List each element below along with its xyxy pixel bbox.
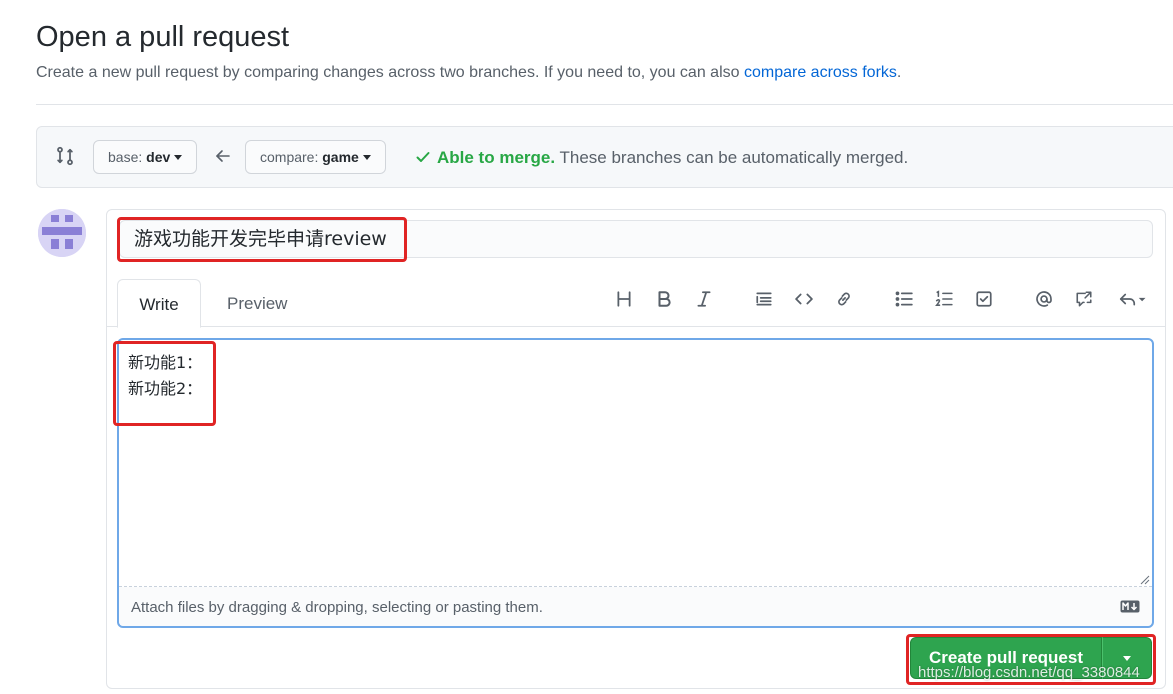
bulleted-list-icon[interactable] — [892, 287, 916, 311]
arrow-left-icon — [215, 148, 233, 166]
mention-icon[interactable] — [1032, 287, 1056, 311]
bold-icon[interactable] — [652, 287, 676, 311]
reference-icon[interactable] — [1072, 287, 1096, 311]
numbered-list-icon[interactable] — [932, 287, 956, 311]
reply-icon[interactable] — [1112, 287, 1152, 311]
header-divider — [36, 104, 1173, 105]
avatar[interactable] — [38, 209, 86, 257]
italic-icon[interactable] — [692, 287, 716, 311]
merge-status: Able to merge. These branches can be aut… — [415, 147, 908, 171]
check-icon — [415, 149, 431, 171]
code-icon[interactable] — [792, 287, 816, 311]
watermark: https://blog.csdn.net/qq_3380844 — [918, 664, 1140, 681]
body-textarea[interactable] — [117, 338, 1154, 628]
base-branch-value: dev — [146, 149, 171, 165]
compare-branch-value: game — [322, 149, 359, 165]
quote-icon[interactable] — [752, 287, 776, 311]
subtitle-text: Create a new pull request by comparing c… — [36, 64, 744, 81]
compare-branch-select[interactable]: compare: game — [245, 140, 386, 174]
base-label: base: — [108, 149, 143, 165]
resize-grip-icon[interactable] — [1138, 572, 1150, 585]
tab-preview[interactable]: Preview — [227, 279, 287, 328]
git-compare-icon — [55, 146, 77, 168]
chevron-down-icon — [362, 154, 371, 160]
compare-label: compare: — [260, 149, 319, 165]
page-subtitle: Create a new pull request by comparing c… — [36, 62, 901, 84]
merge-detail-text: These branches can be automatically merg… — [555, 148, 909, 167]
link-icon[interactable] — [832, 287, 856, 311]
heading-icon[interactable] — [612, 287, 636, 311]
markdown-icon[interactable] — [1120, 600, 1140, 613]
compare-across-forks-link[interactable]: compare across forks — [744, 64, 897, 81]
task-list-icon[interactable] — [972, 287, 996, 311]
base-branch-select[interactable]: base: dev — [93, 140, 198, 174]
annotation-box-title — [117, 217, 407, 262]
chevron-down-icon — [174, 154, 183, 160]
tab-write[interactable]: Write — [117, 279, 201, 328]
attach-files-hint: Attach files by dragging & dropping, sel… — [131, 599, 543, 616]
merge-ok-text: Able to merge. — [437, 148, 556, 167]
page-title: Open a pull request — [36, 21, 290, 53]
subtitle-period: . — [896, 64, 902, 81]
annotation-box-body — [113, 341, 216, 426]
